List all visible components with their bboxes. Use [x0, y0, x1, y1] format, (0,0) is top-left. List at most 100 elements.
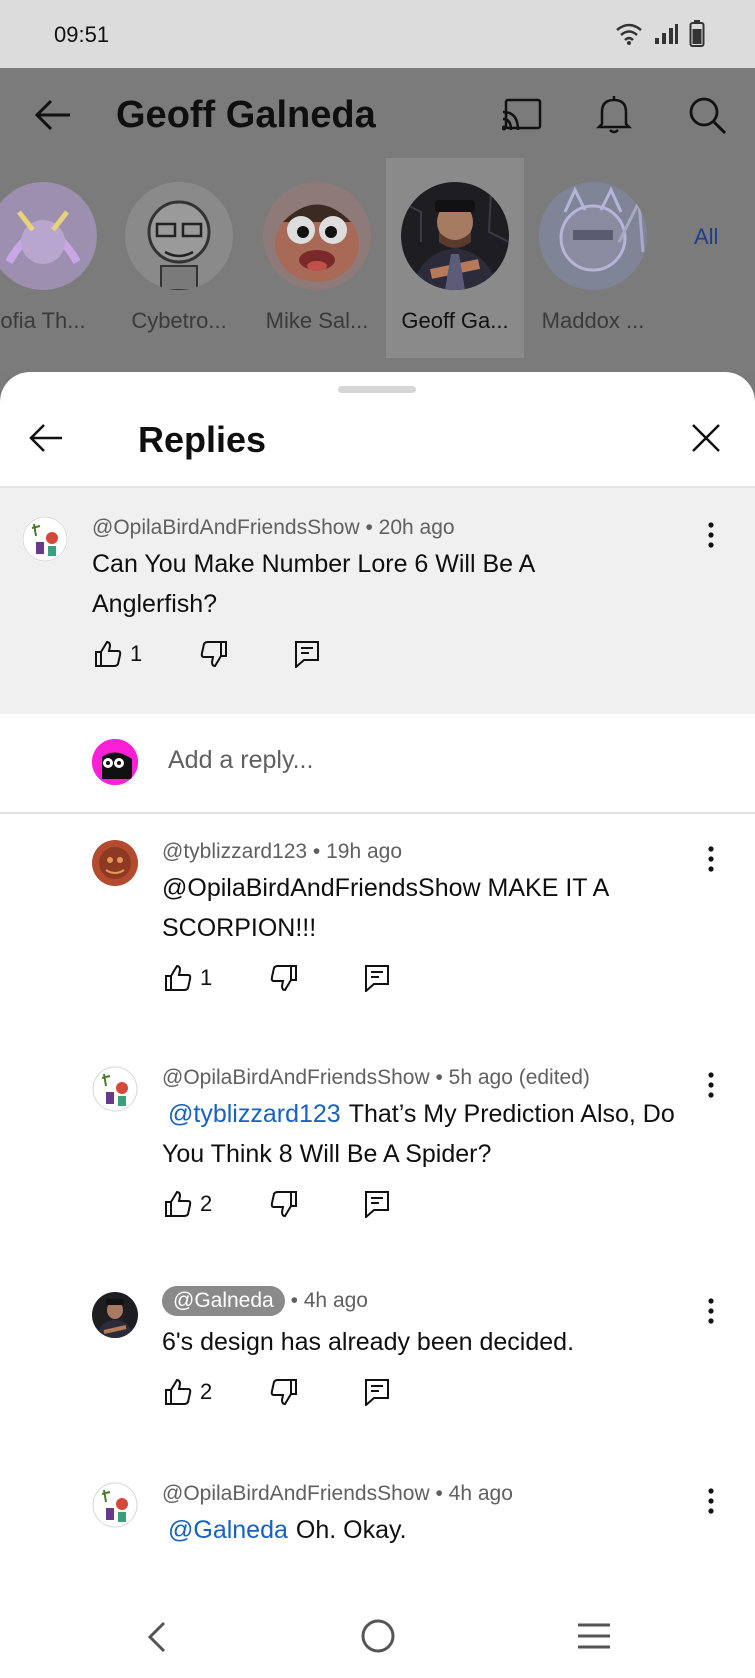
comment-meta: @OpilaBirdAndFriendsShow • 5h ago (edite… — [162, 1066, 590, 1090]
thumb-down-icon — [271, 1379, 298, 1406]
channel-avatar — [263, 182, 371, 290]
signal-icon — [655, 24, 678, 44]
wifi-icon — [616, 23, 642, 45]
like-count: 2 — [200, 1379, 213, 1404]
dislike-button[interactable] — [270, 964, 298, 992]
subscription-name: ofia Th... — [0, 308, 86, 333]
subscriptions-row: ofia Th... Cybetro... Mike Sal... Geoff … — [0, 158, 755, 358]
comment-time: • 4h ago — [290, 1289, 368, 1312]
parent-comment: @OpilaBirdAndFriendsShow • 20h ago Can Y… — [0, 488, 755, 714]
more-vert-icon[interactable] — [707, 522, 715, 548]
comment-author[interactable]: @OpilaBirdAndFriendsShow — [162, 1066, 430, 1089]
reply-button[interactable] — [364, 1190, 390, 1218]
comment-author[interactable]: @tyblizzard123 — [162, 840, 307, 863]
subscription-item[interactable]: Cybetro... — [110, 158, 248, 358]
like-button[interactable]: 2 — [164, 1190, 212, 1218]
thumb-down-icon — [271, 1191, 298, 1218]
comment-time: • 19h ago — [312, 840, 403, 863]
commenter-avatar[interactable] — [92, 1292, 138, 1338]
more-vert-icon[interactable] — [707, 846, 715, 872]
like-count: 1 — [200, 965, 213, 990]
back-arrow-icon[interactable] — [28, 422, 64, 454]
reply-comment: @OpilaBirdAndFriendsShow • 4h ago @Galne… — [0, 1456, 755, 1617]
more-vert-icon[interactable] — [707, 1488, 715, 1514]
reply-button[interactable] — [294, 640, 320, 668]
thumb-down-icon — [201, 641, 228, 668]
nav-recents-icon[interactable] — [576, 1622, 612, 1650]
reply-icon — [365, 965, 390, 992]
subscription-item[interactable]: Mike Sal... — [248, 158, 386, 358]
subscription-item-active[interactable]: Geoff Ga... — [386, 158, 524, 358]
comment-text: Can You Make Number Lore 6 Will Be A Ang… — [92, 550, 534, 618]
close-icon[interactable] — [690, 422, 722, 454]
mention-link[interactable]: @Galneda — [162, 1516, 296, 1544]
battery-icon — [689, 20, 705, 47]
comment-text: @Galneda Oh. Okay. — [162, 1510, 722, 1550]
system-nav-bar — [0, 1596, 755, 1678]
comment-actions: 1 — [164, 964, 390, 992]
channel-title: Geoff Galneda — [116, 94, 376, 136]
comment-text: @OpilaBirdAndFriendsShow MAKE IT A SCORP… — [162, 874, 608, 942]
like-count: 1 — [130, 641, 143, 666]
status-bar: 09:51 — [0, 0, 755, 68]
commenter-avatar[interactable] — [92, 840, 138, 886]
subscription-name: Mike Sal... — [265, 308, 369, 333]
nav-home-icon[interactable] — [360, 1618, 396, 1654]
reply-comment: @tyblizzard123 • 19h ago @OpilaBirdAndFr… — [0, 814, 755, 1044]
back-arrow-icon[interactable] — [34, 98, 72, 132]
cast-icon[interactable] — [502, 98, 542, 132]
thumb-down-icon — [271, 965, 298, 992]
creator-author-chip[interactable]: @Galneda — [162, 1286, 285, 1316]
add-reply-input[interactable]: Add a reply... — [168, 746, 313, 775]
add-reply-row[interactable]: Add a reply... — [0, 714, 755, 814]
comment-meta: @OpilaBirdAndFriendsShow • 20h ago — [92, 516, 455, 540]
comment-actions: 2 — [164, 1190, 390, 1218]
channel-avatar — [125, 182, 233, 290]
comment-meta: @Galneda • 4h ago — [162, 1286, 368, 1316]
status-icons — [615, 20, 705, 48]
all-subscriptions-link[interactable]: All — [694, 224, 718, 250]
like-button[interactable]: 2 — [164, 1378, 212, 1406]
subscription-item[interactable]: Maddox ... — [524, 158, 662, 358]
comment-meta: @OpilaBirdAndFriendsShow • 4h ago — [162, 1482, 513, 1506]
thumb-up-icon — [165, 964, 192, 991]
dislike-button[interactable] — [270, 1378, 298, 1406]
commenter-avatar[interactable] — [92, 1066, 138, 1112]
like-button[interactable]: 1 — [164, 964, 212, 992]
comment-author[interactable]: @OpilaBirdAndFriendsShow — [92, 516, 360, 539]
subscription-item[interactable]: ofia Th... — [0, 158, 112, 358]
commenter-avatar[interactable] — [92, 1482, 138, 1528]
more-vert-icon[interactable] — [707, 1298, 715, 1324]
comment-time: • 4h ago — [435, 1482, 513, 1505]
mention-link[interactable]: @tyblizzard123 — [162, 1100, 349, 1128]
reply-button[interactable] — [364, 1378, 390, 1406]
dislike-button[interactable] — [270, 1190, 298, 1218]
more-vert-icon[interactable] — [707, 1072, 715, 1098]
comment-actions: 1 — [94, 640, 320, 668]
like-button[interactable]: 1 — [94, 640, 142, 668]
thumb-up-icon — [165, 1378, 192, 1405]
comment-time: • 20h ago — [365, 516, 455, 539]
subscription-name: Geoff Ga... — [401, 308, 509, 333]
user-avatar — [92, 739, 138, 785]
search-icon[interactable] — [688, 96, 728, 136]
comment-body: Oh. Okay. — [295, 1516, 407, 1544]
nav-back-icon[interactable] — [146, 1620, 168, 1654]
reply-comment: @OpilaBirdAndFriendsShow • 5h ago (edite… — [0, 1040, 755, 1270]
comment-author[interactable]: @OpilaBirdAndFriendsShow — [162, 1482, 430, 1505]
commenter-avatar[interactable] — [22, 516, 68, 562]
comment-text: @tyblizzard123 That’s My Prediction Also,… — [162, 1094, 692, 1174]
channel-avatar — [0, 182, 97, 290]
bell-icon[interactable] — [596, 94, 632, 134]
drag-handle[interactable] — [338, 386, 416, 393]
thumb-up-icon — [95, 640, 122, 667]
subscription-name: Cybetro... — [131, 308, 227, 333]
reply-icon — [295, 641, 320, 668]
reply-button[interactable] — [364, 964, 390, 992]
channel-avatar — [539, 182, 647, 290]
comment-actions: 2 — [164, 1378, 390, 1406]
channel-avatar — [401, 182, 509, 290]
dislike-button[interactable] — [200, 640, 228, 668]
reply-icon — [365, 1379, 390, 1406]
comment-time: • 5h ago (edited) — [435, 1066, 590, 1089]
